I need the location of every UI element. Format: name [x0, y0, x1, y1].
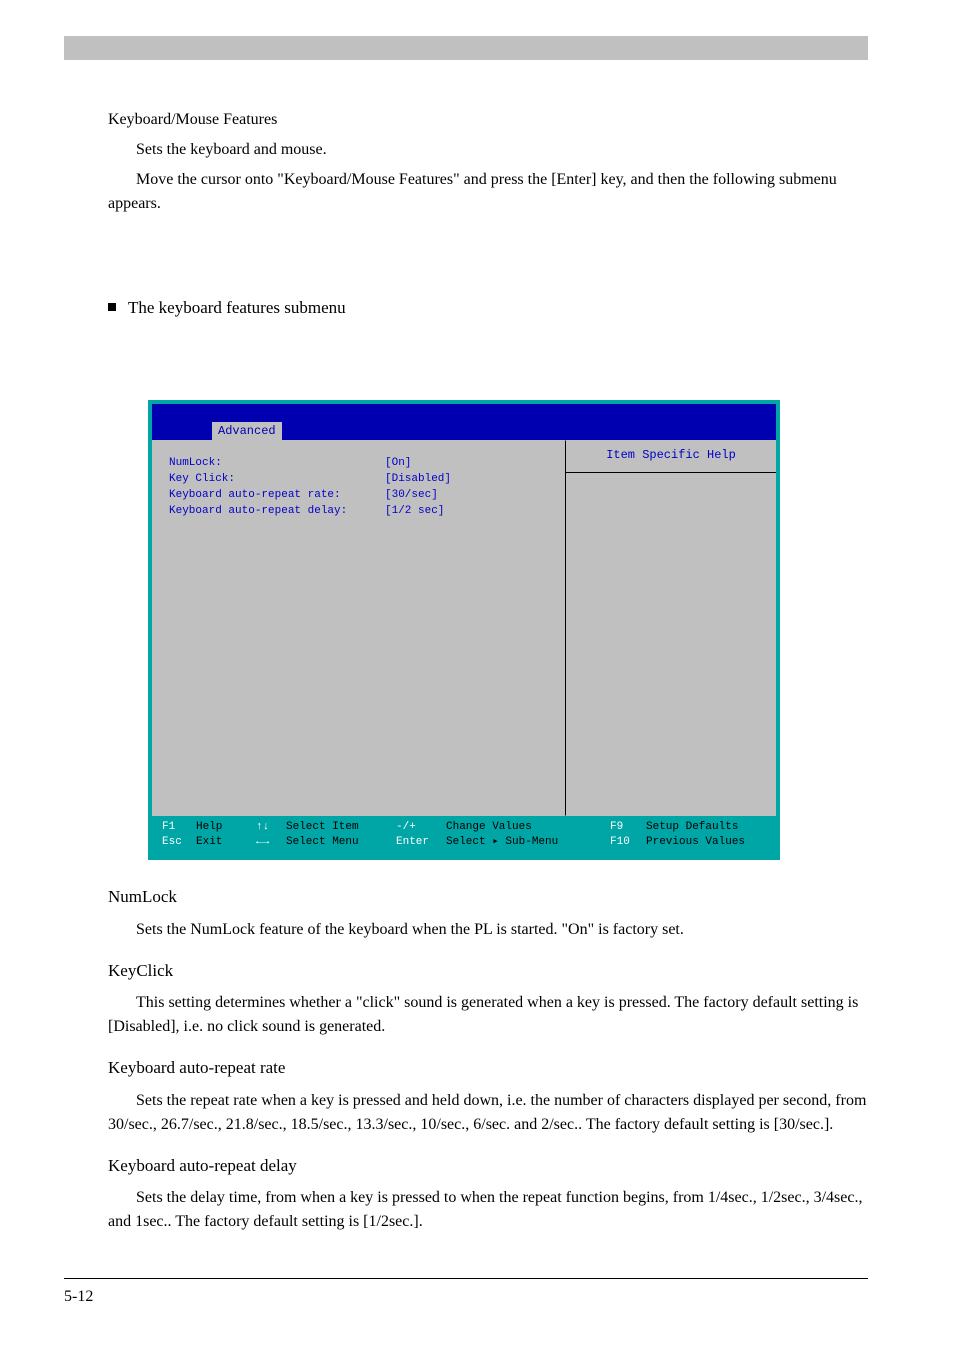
page-header-bar: [64, 36, 868, 60]
bios-main-panel: NumLock: [On] Key Click: [Disabled] Keyb…: [152, 440, 566, 816]
key-f9[interactable]: F9: [610, 820, 646, 835]
key-label: Setup Defaults: [646, 820, 738, 835]
page-number: 5-12: [64, 1288, 93, 1306]
footer-separator: [64, 1278, 868, 1279]
key-label: Select Item: [286, 820, 396, 835]
intro-option-title: Keyboard/Mouse Features: [108, 108, 868, 132]
bios-help-title: Item Specific Help: [566, 440, 776, 473]
bios-help-panel: Item Specific Help: [566, 440, 776, 816]
key-label: Previous Values: [646, 835, 745, 850]
key-f1[interactable]: F1: [162, 820, 196, 835]
bios-label: Keyboard auto-repeat delay:: [169, 503, 385, 519]
body-descriptions: NumLock Sets the NumLock feature of the …: [108, 884, 868, 1250]
item-heading: KeyClick: [108, 958, 868, 984]
submenu-title: The keyboard features submenu: [128, 298, 346, 318]
bios-row[interactable]: Keyboard auto-repeat rate: [30/sec]: [169, 487, 549, 503]
item-heading: Keyboard auto-repeat rate: [108, 1055, 868, 1081]
item-desc: Sets the NumLock feature of the keyboard…: [108, 918, 868, 942]
bios-label: Keyboard auto-repeat rate:: [169, 487, 385, 503]
bios-value[interactable]: [Disabled]: [385, 471, 451, 487]
intro-instruction: Move the cursor onto "Keyboard/Mouse Fea…: [108, 168, 868, 216]
item-desc: Sets the delay time, from when a key is …: [108, 1186, 868, 1234]
intro-block: Keyboard/Mouse Features Sets the keyboar…: [108, 108, 868, 222]
item-heading: NumLock: [108, 884, 868, 910]
bios-value[interactable]: [30/sec]: [385, 487, 438, 503]
bios-footer: F1 Help ↑↓ Select Item -/+ Change Values…: [152, 816, 776, 856]
item-desc: This setting determines whether a "click…: [108, 991, 868, 1039]
key-arrows-updown[interactable]: ↑↓: [256, 820, 286, 835]
bios-value[interactable]: [1/2 sec]: [385, 503, 444, 519]
intro-desc: Sets the keyboard and mouse.: [108, 138, 868, 162]
key-label: Help: [196, 820, 256, 835]
bios-row[interactable]: Keyboard auto-repeat delay: [1/2 sec]: [169, 503, 549, 519]
key-label: Exit: [196, 835, 256, 850]
bios-row[interactable]: NumLock: [On]: [169, 455, 549, 471]
key-esc[interactable]: Esc: [162, 835, 196, 850]
bios-screenshot: Advanced NumLock: [On] Key Click: [Disab…: [148, 400, 780, 860]
item-desc: Sets the repeat rate when a key is press…: [108, 1089, 868, 1137]
key-label: Change Values: [446, 820, 610, 835]
bios-value[interactable]: [On]: [385, 455, 411, 471]
bios-row[interactable]: Key Click: [Disabled]: [169, 471, 549, 487]
key-f10[interactable]: F10: [610, 835, 646, 850]
key-minusplus[interactable]: -/+: [396, 820, 446, 835]
bios-label: Key Click:: [169, 471, 385, 487]
tab-advanced[interactable]: Advanced: [212, 422, 282, 440]
key-label: Select ▸ Sub-Menu: [446, 835, 610, 850]
key-arrows-leftright[interactable]: ←→: [256, 835, 286, 850]
key-enter[interactable]: Enter: [396, 835, 446, 850]
bios-label: NumLock:: [169, 455, 385, 471]
bios-titlebar: [152, 404, 776, 422]
bios-tab-bar: Advanced: [152, 422, 776, 440]
key-label: Select Menu: [286, 835, 396, 850]
bullet-icon: [108, 303, 116, 311]
item-heading: Keyboard auto-repeat delay: [108, 1153, 868, 1179]
